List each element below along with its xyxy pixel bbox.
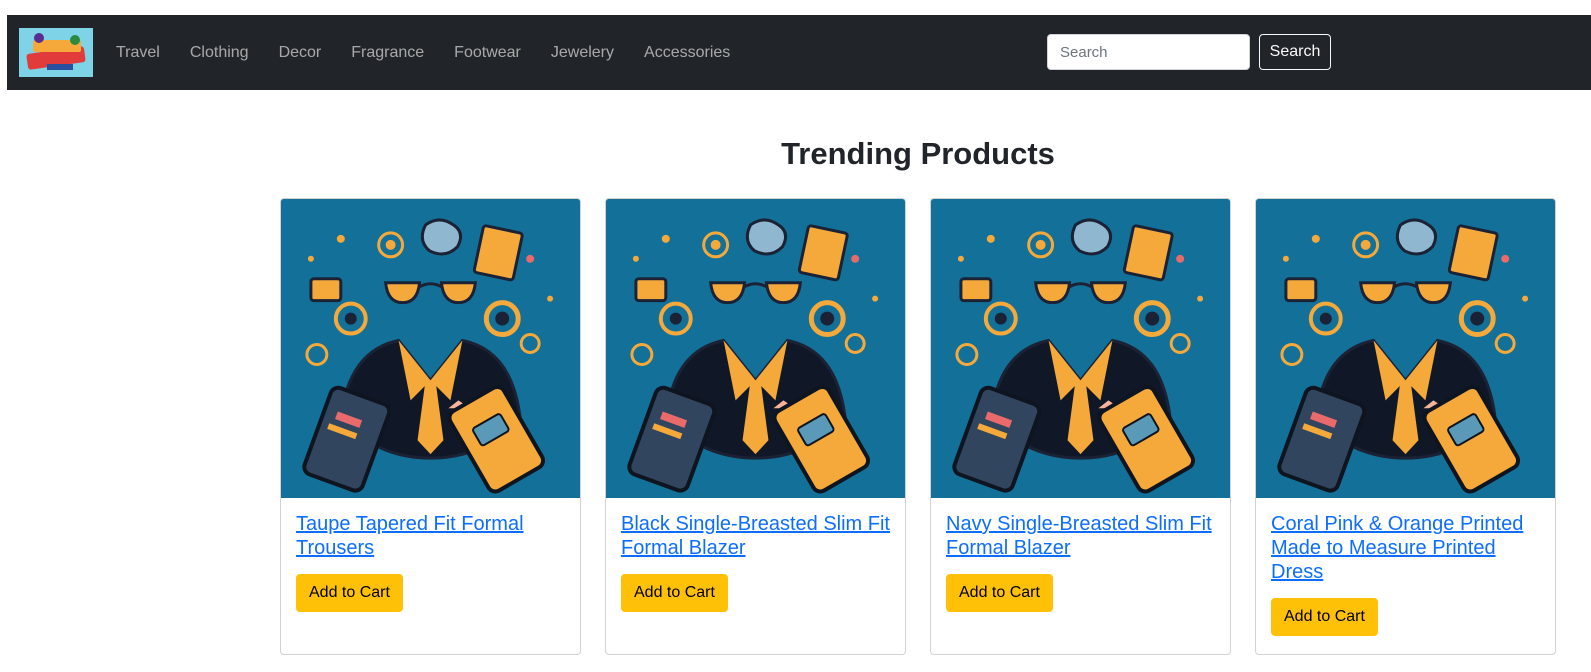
product-image[interactable] [606,199,905,498]
nav-link-travel[interactable]: Travel [116,44,160,62]
add-to-cart-button[interactable]: Add to Cart [621,574,728,612]
nav-link-jewelery[interactable]: Jewelery [551,44,614,62]
add-to-cart-button[interactable]: Add to Cart [296,574,403,612]
top-navbar: Travel Clothing Decor Fragrance Footwear… [7,15,1591,90]
product-title-link[interactable]: Taupe Tapered Fit Formal Trousers [296,512,565,560]
add-to-cart-button[interactable]: Add to Cart [946,574,1053,612]
category-nav: Travel Clothing Decor Fragrance Footwear… [116,15,760,90]
nav-link-clothing[interactable]: Clothing [190,44,249,62]
product-card: Black Single-Breasted Slim Fit Formal Bl… [605,198,906,655]
search-button[interactable]: Search [1259,34,1331,70]
product-image[interactable] [931,199,1230,498]
product-title-link[interactable]: Coral Pink & Orange Printed Made to Meas… [1271,512,1540,584]
product-card: Coral Pink & Orange Printed Made to Meas… [1255,198,1556,655]
section-title: Trending Products [781,136,1055,171]
product-card: Taupe Tapered Fit Formal Trousers Add to… [280,198,581,655]
add-to-cart-button[interactable]: Add to Cart [1271,598,1378,636]
brand-logo-icon [19,28,93,77]
product-image[interactable] [281,199,580,498]
product-title-link[interactable]: Navy Single-Breasted Slim Fit Formal Bla… [946,512,1215,560]
brand-logo[interactable] [19,28,93,77]
nav-link-fragrance[interactable]: Fragrance [351,44,424,62]
product-title-link[interactable]: Black Single-Breasted Slim Fit Formal Bl… [621,512,890,560]
nav-link-footwear[interactable]: Footwear [454,44,521,62]
search-input[interactable] [1047,34,1250,70]
nav-link-accessories[interactable]: Accessories [644,44,730,62]
product-card: Navy Single-Breasted Slim Fit Formal Bla… [930,198,1231,655]
product-image[interactable] [1256,199,1555,498]
nav-link-decor[interactable]: Decor [279,44,322,62]
